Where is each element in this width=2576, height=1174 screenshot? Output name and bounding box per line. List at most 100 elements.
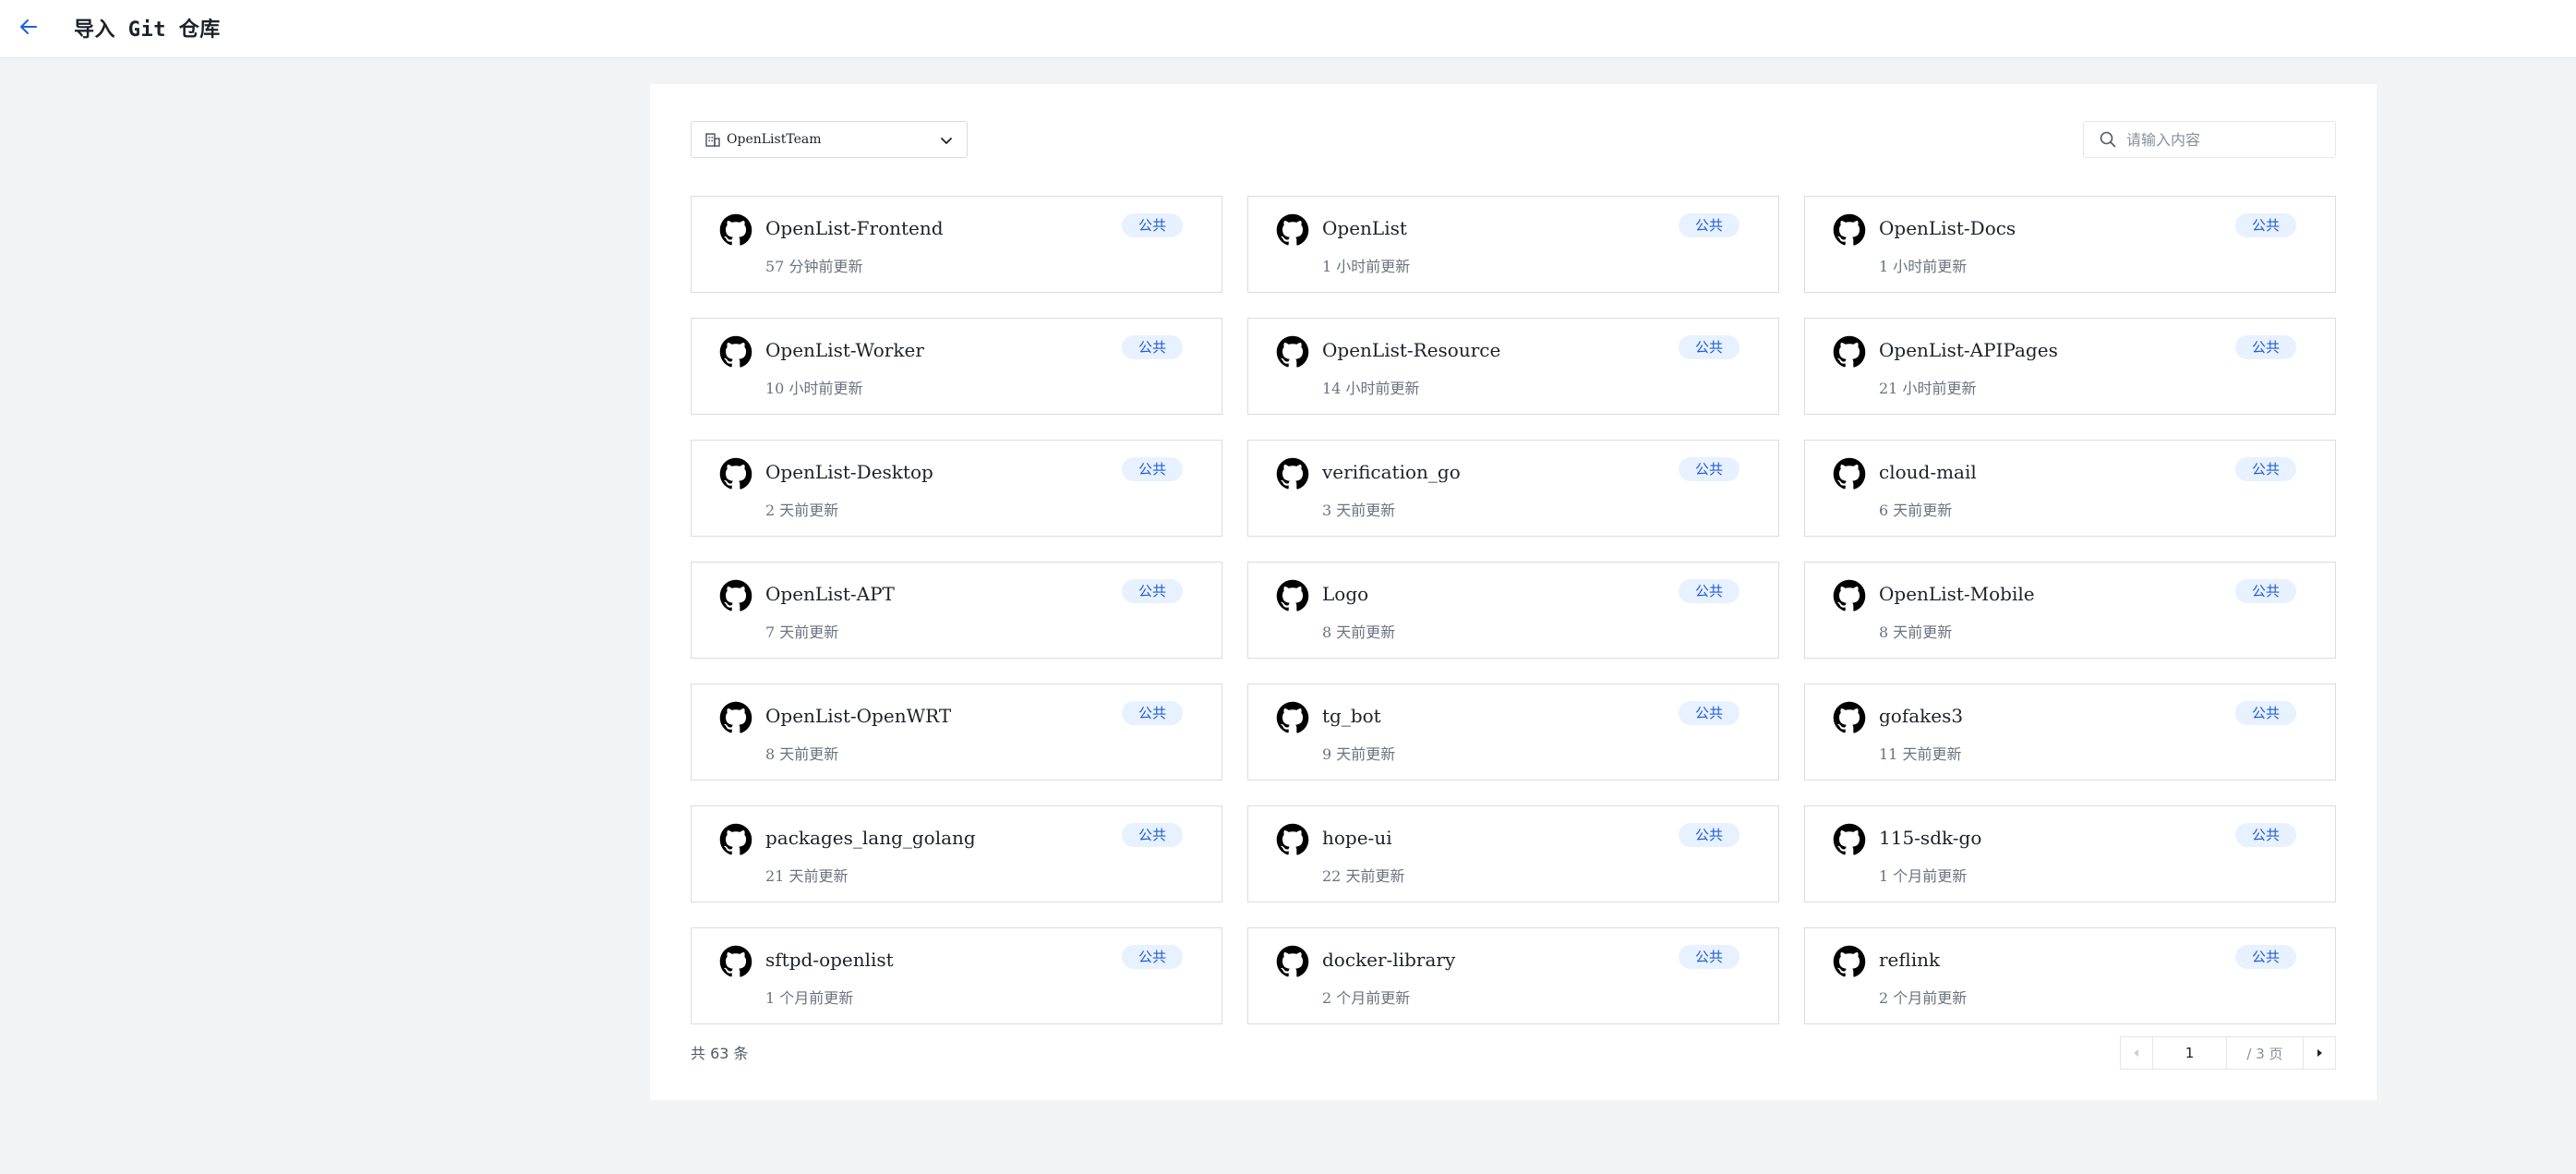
github-icon: [719, 213, 752, 246]
repo-updated-time: 1 个月前更新: [1879, 867, 1968, 885]
prev-page-button[interactable]: [2121, 1037, 2153, 1069]
repo-grid: OpenList-Frontend 57 分钟前更新 公共 OpenList 1 小时前…: [691, 196, 2337, 1024]
repo-name: OpenList: [1322, 217, 1407, 239]
repo-card[interactable]: OpenList-Docs 1 小时前更新 公共: [1804, 196, 2336, 293]
next-page-button[interactable]: [2303, 1037, 2335, 1069]
repo-card[interactable]: sftpd-openlist 1 个月前更新 公共: [691, 927, 1222, 1024]
visibility-badge: 公共: [1122, 213, 1183, 237]
visibility-badge: 公共: [2235, 579, 2296, 603]
repo-card[interactable]: packages_lang_golang 21 天前更新 公共: [691, 805, 1222, 902]
repo-name: reflink: [1879, 949, 1941, 971]
repo-card[interactable]: OpenList-Mobile 8 天前更新 公共: [1804, 562, 2336, 659]
repo-name: verification_go: [1322, 461, 1461, 483]
repo-card[interactable]: reflink 2 个月前更新 公共: [1804, 927, 2336, 1024]
visibility-badge: 公共: [2235, 213, 2296, 237]
visibility-badge: 公共: [1679, 457, 1739, 481]
repo-card[interactable]: OpenList-APIPages 21 小时前更新 公共: [1804, 318, 2336, 415]
visibility-badge: 公共: [2235, 335, 2296, 359]
visibility-badge: 公共: [1122, 579, 1183, 603]
github-icon: [1276, 213, 1309, 246]
repo-updated-time: 14 小时前更新: [1322, 380, 1420, 397]
visibility-badge: 公共: [2235, 457, 2296, 481]
repo-name: gofakes3: [1879, 705, 1964, 727]
github-icon: [1833, 213, 1866, 246]
repo-updated-time: 7 天前更新: [765, 623, 839, 641]
repo-card[interactable]: OpenList-APT 7 天前更新 公共: [691, 562, 1222, 659]
search-icon: [2099, 130, 2117, 149]
total-count: 共 63 条: [691, 1045, 749, 1062]
github-icon: [1833, 457, 1866, 490]
repo-card[interactable]: OpenList-Resource 14 小时前更新 公共: [1247, 318, 1779, 415]
repo-updated-time: 6 天前更新: [1879, 502, 1953, 519]
repo-name: OpenList-APT: [765, 583, 895, 605]
visibility-badge: 公共: [1679, 823, 1739, 847]
pagination: / 3 页: [2120, 1036, 2336, 1070]
repo-card[interactable]: OpenList-OpenWRT 8 天前更新 公共: [691, 684, 1222, 781]
repo-name: Logo: [1322, 583, 1369, 605]
github-icon: [1276, 823, 1309, 855]
github-icon: [1833, 823, 1866, 855]
visibility-badge: 公共: [1679, 213, 1739, 237]
repo-updated-time: 21 天前更新: [765, 867, 849, 885]
repo-updated-time: 11 天前更新: [1879, 745, 1962, 763]
github-icon: [1833, 335, 1866, 368]
repo-updated-time: 57 分钟前更新: [765, 258, 863, 275]
github-icon: [1833, 579, 1866, 611]
repo-card[interactable]: OpenList-Frontend 57 分钟前更新 公共: [691, 196, 1222, 293]
visibility-badge: 公共: [1679, 945, 1739, 969]
caret-right-icon: [2317, 1049, 2322, 1057]
github-icon: [1833, 945, 1866, 977]
github-icon: [1276, 335, 1309, 368]
repo-updated-time: 3 天前更新: [1322, 502, 1396, 519]
repo-updated-time: 2 个月前更新: [1879, 989, 1968, 1007]
repo-card[interactable]: OpenList 1 小时前更新 公共: [1247, 196, 1779, 293]
back-button[interactable]: [13, 11, 44, 42]
repo-updated-time: 8 天前更新: [765, 745, 839, 763]
organization-select[interactable]: OpenListTeam: [691, 121, 968, 158]
repo-name: OpenList-Resource: [1322, 339, 1501, 361]
visibility-badge: 公共: [1679, 335, 1739, 359]
search-field[interactable]: [2083, 121, 2336, 158]
repo-card[interactable]: verification_go 3 天前更新 公共: [1247, 440, 1779, 537]
organization-select-value: OpenListTeam: [727, 132, 822, 147]
repo-card[interactable]: docker-library 2 个月前更新 公共: [1247, 927, 1779, 1024]
repo-name: OpenList-Desktop: [765, 461, 933, 483]
github-icon: [719, 823, 752, 855]
github-icon: [1276, 945, 1309, 977]
repo-card[interactable]: 115-sdk-go 1 个月前更新 公共: [1804, 805, 2336, 902]
repo-name: packages_lang_golang: [765, 827, 976, 849]
github-icon: [1276, 701, 1309, 733]
repo-name: OpenList-Worker: [765, 339, 924, 361]
top-bar: 导入 Git 仓库: [0, 0, 2576, 58]
repo-updated-time: 8 天前更新: [1322, 623, 1396, 641]
github-icon: [719, 335, 752, 368]
visibility-badge: 公共: [1122, 945, 1183, 969]
repo-updated-time: 1 个月前更新: [765, 989, 854, 1007]
search-input[interactable]: [2125, 125, 2331, 154]
github-icon: [719, 579, 752, 611]
page-total: / 3 页: [2246, 1045, 2283, 1062]
repo-name: tg_bot: [1322, 705, 1381, 727]
repo-updated-time: 10 小时前更新: [765, 380, 863, 397]
page-number-input[interactable]: [2153, 1037, 2227, 1069]
repo-name: OpenList-OpenWRT: [765, 705, 952, 727]
repo-card[interactable]: OpenList-Worker 10 小时前更新 公共: [691, 318, 1222, 415]
repo-name: 115-sdk-go: [1879, 827, 1982, 849]
repo-card[interactable]: tg_bot 9 天前更新 公共: [1247, 684, 1779, 781]
repo-card[interactable]: Logo 8 天前更新 公共: [1247, 562, 1779, 659]
arrow-left-icon: [20, 19, 37, 34]
visibility-badge: 公共: [1679, 579, 1739, 603]
repo-name: OpenList-Frontend: [765, 217, 944, 239]
repo-name: OpenList-APIPages: [1879, 339, 2058, 361]
repo-updated-time: 9 天前更新: [1322, 745, 1396, 763]
repo-card[interactable]: hope-ui 22 天前更新 公共: [1247, 805, 1779, 902]
repo-updated-time: 22 天前更新: [1322, 867, 1405, 885]
repo-name: sftpd-openlist: [765, 949, 894, 971]
building-icon: [704, 131, 721, 148]
github-icon: [1276, 579, 1309, 611]
repo-card[interactable]: gofakes3 11 天前更新 公共: [1804, 684, 2336, 781]
repo-card[interactable]: cloud-mail 6 天前更新 公共: [1804, 440, 2336, 537]
repo-card[interactable]: OpenList-Desktop 2 天前更新 公共: [691, 440, 1222, 537]
visibility-badge: 公共: [1122, 335, 1183, 359]
repo-name: cloud-mail: [1879, 461, 1977, 483]
